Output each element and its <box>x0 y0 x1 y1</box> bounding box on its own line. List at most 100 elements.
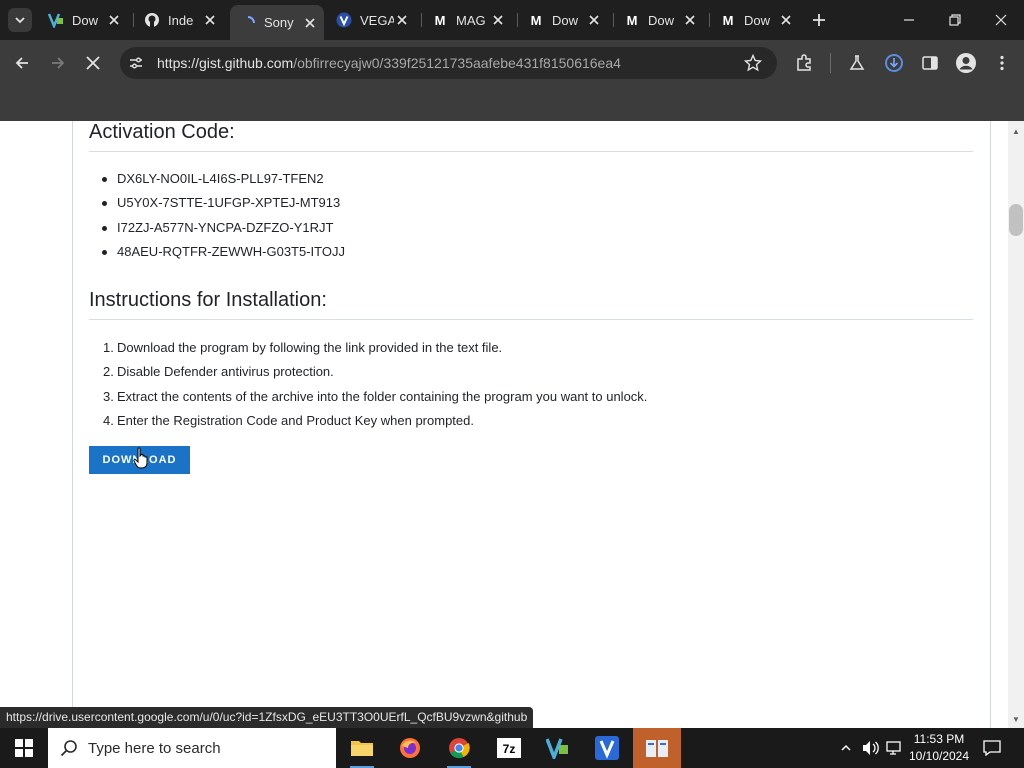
extensions-icon[interactable] <box>795 54 813 72</box>
bookmark-star-icon[interactable] <box>743 53 763 72</box>
tab-search-button[interactable] <box>8 8 32 32</box>
stop-loading-button[interactable] <box>80 50 106 76</box>
v-icon <box>336 12 352 28</box>
taskbar-file-explorer[interactable] <box>338 728 386 768</box>
tab-4[interactable]: VEGA <box>326 5 416 35</box>
close-icon <box>86 56 100 70</box>
close-icon[interactable] <box>202 12 218 28</box>
taskbar-clock[interactable]: 11:53 PM 10/10/2024 <box>906 731 972 765</box>
github-icon <box>144 12 160 28</box>
close-icon[interactable] <box>586 12 602 28</box>
folder-icon <box>351 741 373 756</box>
7zip-icon: 7z <box>497 738 521 758</box>
close-icon[interactable] <box>394 12 410 28</box>
instruction-item: Enter the Registration Code and Product … <box>117 413 474 428</box>
m-icon: M <box>434 12 446 28</box>
tab-8[interactable]: M Dow <box>710 5 800 35</box>
url-path: /obfirrecyajw0/339f25121735aafebe431f815… <box>293 55 621 71</box>
restore-icon <box>949 14 961 26</box>
chrome-icon <box>449 738 470 759</box>
scrollbar-thumb[interactable] <box>1009 204 1023 236</box>
close-icon[interactable] <box>682 12 698 28</box>
instruction-number: 3. <box>103 389 114 404</box>
back-button[interactable] <box>9 50 35 76</box>
more-menu-icon[interactable] <box>993 54 1011 72</box>
page-viewport: Activation Code: DX6LY-NO0IL-L4I6S-PLL97… <box>0 121 1008 728</box>
hand-pointer-cursor-icon <box>133 447 149 474</box>
tab-title: Dow <box>744 12 771 28</box>
volume-icon[interactable] <box>860 728 882 768</box>
search-placeholder: Type here to search <box>88 739 221 757</box>
arrow-left-icon <box>15 57 28 69</box>
instruction-number: 4. <box>103 413 114 428</box>
site-settings-icon[interactable] <box>128 55 144 71</box>
loading-icon <box>240 15 256 31</box>
close-window-button[interactable] <box>978 0 1024 40</box>
tab-title: MAG <box>456 12 486 28</box>
taskbar-7zip[interactable]: 7z <box>485 728 533 768</box>
activation-code-item: DX6LY-NO0IL-L4I6S-PLL97-TFEN2 <box>117 171 324 186</box>
network-icon[interactable] <box>884 728 906 768</box>
bookmarks-bar <box>0 85 1024 121</box>
instruction-item: Extract the contents of the archive into… <box>117 389 648 404</box>
arrow-right-icon <box>52 57 65 69</box>
start-button[interactable] <box>0 728 48 768</box>
close-icon[interactable] <box>302 15 318 31</box>
plus-icon <box>813 14 825 26</box>
divider <box>89 319 973 320</box>
tab-title: Dow <box>552 12 579 28</box>
m-icon: M <box>530 12 542 28</box>
tab-2[interactable]: Inde <box>134 5 224 35</box>
minimize-icon <box>904 19 914 21</box>
close-icon[interactable] <box>490 12 506 28</box>
minimize-button[interactable] <box>886 0 932 40</box>
activation-code-heading: Activation Code: <box>89 121 235 143</box>
new-tab-button[interactable] <box>809 10 829 30</box>
notification-icon[interactable] <box>980 728 1004 768</box>
instruction-item: Download the program by following the li… <box>117 340 503 355</box>
m-icon: M <box>722 12 734 28</box>
taskbar-active-app[interactable] <box>633 728 681 768</box>
m-icon: M <box>626 12 638 28</box>
vegas-icon <box>48 12 64 28</box>
close-icon[interactable] <box>106 12 122 28</box>
book-app-icon <box>646 740 668 757</box>
taskbar-firefox[interactable] <box>386 728 434 768</box>
tab-title: VEGA <box>360 12 394 28</box>
divider <box>89 151 973 152</box>
activation-code-item: I72ZJ-A577N-YNCPA-DZFZO-Y1RJT <box>117 220 334 235</box>
forward-button[interactable] <box>45 50 71 76</box>
instruction-number: 2. <box>103 364 114 379</box>
tab-6[interactable]: M Dow <box>518 5 608 35</box>
labs-flask-icon[interactable] <box>848 54 866 72</box>
tab-3-active[interactable]: Sony <box>230 5 324 40</box>
close-icon <box>995 14 1007 26</box>
tab-5[interactable]: M MAG <box>422 5 512 35</box>
tab-title: Sony <box>264 15 294 30</box>
profile-avatar-icon[interactable] <box>955 52 977 74</box>
instruction-item: Disable Defender antivirus protection. <box>117 364 334 379</box>
scroll-down-arrow-icon[interactable]: ▼ <box>1008 711 1024 727</box>
restore-button[interactable] <box>932 0 978 40</box>
close-icon[interactable] <box>778 12 794 28</box>
scroll-up-arrow-icon[interactable]: ▲ <box>1008 123 1024 139</box>
tab-title: Inde <box>168 12 194 28</box>
clock-date: 10/10/2024 <box>908 749 970 763</box>
tray-chevron-up-icon[interactable] <box>836 728 856 768</box>
v-icon <box>595 736 619 760</box>
taskbar-search-box[interactable]: Type here to search <box>48 728 336 768</box>
taskbar-chrome[interactable] <box>435 728 483 768</box>
tab-1[interactable]: Dow <box>38 5 128 35</box>
taskbar-v-app[interactable] <box>583 728 631 768</box>
taskbar-vegas[interactable] <box>534 728 582 768</box>
windows-logo-icon <box>15 739 33 757</box>
download-progress-icon[interactable] <box>884 53 904 73</box>
url-host: https://gist.github.com <box>157 55 294 71</box>
url-text: https://gist.github.com/obfirrecyajw0/33… <box>157 55 621 71</box>
side-panel-icon[interactable] <box>921 54 939 72</box>
chevron-down-icon <box>15 17 25 24</box>
activation-code-item: 48AEU-RQTFR-ZEWWH-G03T5-ITOJJ <box>117 244 345 259</box>
svg-text:7z: 7z <box>503 742 516 756</box>
tab-7[interactable]: M Dow <box>614 5 704 35</box>
instructions-heading: Instructions for Installation: <box>89 289 327 311</box>
